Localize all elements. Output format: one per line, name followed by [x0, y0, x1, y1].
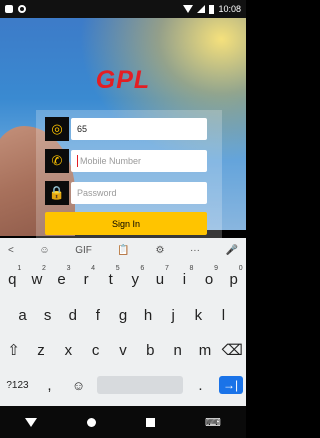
code-row: ◎ 65 — [45, 117, 207, 141]
key-u[interactable]: u7 — [149, 264, 171, 294]
soft-keyboard: < ☺ GIF 📋 ⚙ ··· 🎤 q1 w2 e3 r4 t5 y6 u7 i… — [0, 238, 246, 406]
collapse-icon[interactable]: < — [8, 245, 14, 256]
key-a[interactable]: a — [12, 300, 34, 330]
next-key[interactable]: →| — [218, 376, 243, 394]
key-d[interactable]: d — [62, 300, 84, 330]
clock: 10:08 — [218, 4, 241, 14]
password-row: 🔒 Password — [45, 181, 207, 205]
notification-icon — [5, 5, 13, 13]
key-s[interactable]: s — [37, 300, 59, 330]
keyboard-switch-icon[interactable]: ⌨ — [205, 416, 221, 429]
key-e[interactable]: e3 — [50, 264, 72, 294]
key-c[interactable]: c — [85, 335, 107, 365]
mobile-row: ✆ Mobile Number — [45, 149, 207, 173]
globe-icon: ◎ — [45, 117, 69, 141]
shift-key[interactable]: ⇧ — [3, 335, 25, 365]
key-g[interactable]: g — [112, 300, 134, 330]
sync-icon — [18, 5, 26, 13]
wifi-icon — [183, 5, 194, 13]
navigation-bar: ⌨ — [0, 406, 246, 438]
status-bar: 10:08 — [0, 0, 246, 18]
lock-icon: 🔒 — [45, 181, 69, 205]
recent-apps-icon[interactable] — [146, 417, 156, 427]
key-m[interactable]: m — [194, 335, 216, 365]
settings-icon[interactable]: ⚙ — [155, 245, 164, 256]
key-t[interactable]: t5 — [100, 264, 122, 294]
key-q[interactable]: q1 — [1, 264, 23, 294]
key-k[interactable]: k — [187, 300, 209, 330]
signal-icon — [197, 5, 206, 13]
symbols-key[interactable]: ?123 — [4, 370, 32, 400]
key-f[interactable]: f — [87, 300, 109, 330]
backspace-key[interactable]: ⌫ — [221, 335, 243, 365]
gif-button[interactable]: GIF — [75, 245, 92, 256]
battery-icon — [209, 4, 215, 14]
key-z[interactable]: z — [30, 335, 52, 365]
key-h[interactable]: h — [137, 300, 159, 330]
sticker-icon[interactable]: ☺ — [39, 245, 49, 256]
key-o[interactable]: o9 — [198, 264, 220, 294]
clipboard-icon[interactable]: 📋 — [117, 245, 129, 256]
key-j[interactable]: j — [162, 300, 184, 330]
app-logo: GPL — [95, 66, 151, 94]
key-r[interactable]: r4 — [75, 264, 97, 294]
mobile-number-field[interactable]: Mobile Number — [71, 150, 207, 172]
keyboard-row-3: ⇧ z x c v b n m ⌫ — [0, 335, 246, 365]
phone-icon: ✆ — [45, 149, 69, 173]
password-field[interactable]: Password — [71, 182, 207, 204]
key-i[interactable]: i8 — [173, 264, 195, 294]
emoji-key[interactable]: ☺ — [68, 370, 90, 400]
key-l[interactable]: l — [212, 300, 234, 330]
key-b[interactable]: b — [139, 335, 161, 365]
key-v[interactable]: v — [112, 335, 134, 365]
comma-key[interactable]: , — [39, 370, 61, 400]
key-n[interactable]: n — [167, 335, 189, 365]
signin-button[interactable]: Sign In — [45, 212, 207, 235]
home-icon[interactable] — [87, 417, 97, 427]
key-p[interactable]: p0 — [223, 264, 245, 294]
key-y[interactable]: y6 — [124, 264, 146, 294]
text-caret — [77, 155, 78, 167]
keyboard-row-1: q1 w2 e3 r4 t5 y6 u7 i8 o9 p0 — [0, 264, 246, 294]
code-field[interactable]: 65 — [71, 118, 207, 140]
back-icon[interactable] — [25, 417, 37, 427]
keyboard-toolbar: < ☺ GIF 📋 ⚙ ··· 🎤 — [0, 238, 246, 262]
space-bar[interactable] — [96, 376, 183, 394]
microphone-icon[interactable]: 🎤 — [226, 245, 238, 256]
key-w[interactable]: w2 — [26, 264, 48, 294]
more-icon[interactable]: ··· — [190, 245, 200, 256]
key-x[interactable]: x — [57, 335, 79, 365]
mobile-placeholder: Mobile Number — [80, 156, 142, 166]
keyboard-row-4: ?123 , ☺ . →| — [0, 370, 246, 400]
period-key[interactable]: . — [190, 370, 212, 400]
keyboard-row-2: a s d f g h j k l — [0, 300, 246, 330]
